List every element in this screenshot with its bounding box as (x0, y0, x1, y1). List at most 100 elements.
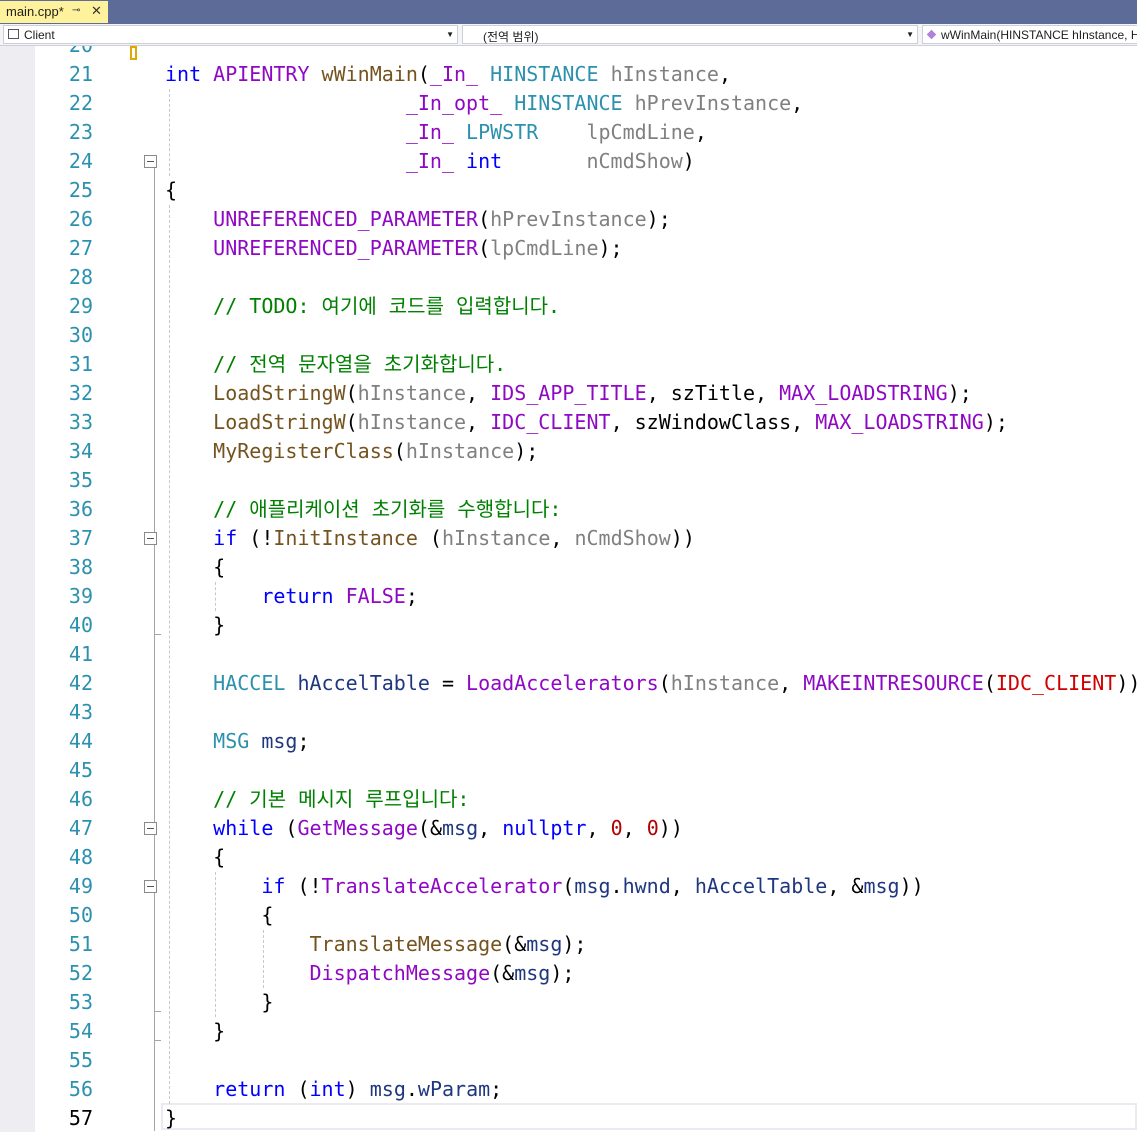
code-token: ); (598, 236, 623, 260)
line-number: 32 (68, 381, 93, 405)
outline-line (154, 1011, 155, 1040)
code-line[interactable]: { (165, 843, 225, 872)
code-token: while (213, 816, 274, 840)
code-line[interactable]: } (165, 1017, 225, 1046)
code-token: )); (1116, 671, 1137, 695)
code-line[interactable]: _In_ LPWSTR lpCmdLine, (165, 118, 707, 147)
code-line[interactable]: // 전역 문자열을 초기화합니다. (165, 350, 506, 379)
code-line[interactable]: UNREFERENCED_PARAMETER(lpCmdLine); (165, 234, 623, 263)
code-token: ); (550, 961, 575, 985)
code-token: ( (285, 1077, 310, 1101)
code-line[interactable]: return FALSE; (165, 582, 418, 611)
code-editor[interactable]: 2021int APIENTRY wWinMain(_In_ HINSTANCE… (0, 46, 1137, 1132)
code-line[interactable]: TranslateMessage(&msg); (165, 930, 587, 959)
line-number: 21 (68, 62, 93, 86)
code-token: msg (574, 874, 611, 898)
collapse-toggle-icon[interactable] (144, 532, 157, 545)
outline-line (154, 168, 155, 532)
code-token: IDS_APP_TITLE (490, 381, 647, 405)
code-line[interactable]: HACCEL hAccelTable = LoadAccelerators(hI… (165, 669, 1137, 698)
change-indicator-icon (130, 46, 137, 60)
code-token: HINSTANCE (514, 91, 623, 115)
line-number: 25 (68, 178, 93, 202)
code-token: hAccelTable (694, 874, 828, 898)
project-dropdown[interactable]: Client ▼ (3, 25, 458, 44)
code-line[interactable]: _In_opt_ HINSTANCE hPrevInstance, (165, 89, 803, 118)
outline-line (154, 835, 155, 880)
code-token: ; (405, 584, 418, 608)
code-line[interactable]: return (int) msg.wParam; (165, 1075, 502, 1104)
collapse-toggle-icon[interactable] (144, 880, 157, 893)
indent-guide (169, 205, 170, 1104)
code-line[interactable]: if (!TranslateAccelerator(msg.hwnd, hAcc… (165, 872, 923, 901)
code-line[interactable]: // TODO: 여기에 코드를 입력합니다. (165, 292, 560, 321)
code-token: IDC_CLIENT (995, 671, 1117, 695)
code-token: // 전역 문자열을 초기화합니다. (213, 352, 507, 376)
code-token: msg (526, 932, 563, 956)
code-line[interactable]: } (165, 1104, 177, 1132)
function-icon (926, 29, 937, 40)
code-line[interactable]: _In_ int nCmdShow) (165, 147, 695, 176)
line-number: 48 (68, 845, 93, 869)
line-number: 27 (68, 236, 93, 260)
code-line[interactable]: // 기본 메시지 루프입니다: (165, 785, 469, 814)
line-number: 29 (68, 294, 93, 318)
project-icon (8, 29, 19, 39)
line-number: 35 (68, 468, 93, 492)
code-token: . (405, 1077, 418, 1101)
code-token: , szTitle, (646, 381, 780, 405)
code-token: ; (490, 1077, 503, 1101)
code-token: hPrevInstance (634, 91, 792, 115)
code-token: } (165, 990, 274, 1014)
code-token: } (165, 613, 226, 637)
code-token: , (550, 526, 575, 550)
code-token: ); (983, 410, 1008, 434)
code-line[interactable]: DispatchMessage(&msg); (165, 959, 575, 988)
collapse-toggle-icon[interactable] (144, 822, 157, 835)
code-line[interactable]: while (GetMessage(&msg, nullptr, 0, 0)) (165, 814, 683, 843)
code-token: _In_ (405, 149, 454, 173)
code-token: , (779, 671, 804, 695)
code-token: nCmdShow (586, 149, 683, 173)
line-number: 39 (68, 584, 93, 608)
code-token: } (165, 1019, 226, 1043)
code-line[interactable]: { (165, 553, 225, 582)
code-line[interactable]: LoadStringW(hInstance, IDS_APP_TITLE, sz… (165, 379, 972, 408)
code-line[interactable]: MSG msg; (165, 727, 309, 756)
code-token: , (466, 381, 491, 405)
code-token: TranslateMessage (309, 932, 503, 956)
code-line[interactable]: MyRegisterClass(hInstance); (165, 437, 538, 466)
tab-main-cpp[interactable]: main.cpp* ⊸ ✕ (0, 1, 108, 23)
code-line[interactable]: { (165, 901, 273, 930)
code-line[interactable]: } (165, 988, 273, 1017)
line-number: 26 (68, 207, 93, 231)
code-token: , (466, 410, 491, 434)
code-token: . (610, 874, 623, 898)
line-number: 53 (68, 990, 93, 1014)
close-icon[interactable]: ✕ (91, 3, 102, 19)
code-line[interactable]: // 애플리케이션 초기화를 수행합니다: (165, 495, 561, 524)
member-dropdown[interactable]: wWinMain(HINSTANCE hInstance, H (922, 25, 1137, 44)
code-line[interactable]: int APIENTRY wWinMain(_In_ HINSTANCE hIn… (165, 60, 731, 89)
code-token: ( (983, 671, 996, 695)
code-line[interactable]: LoadStringW(hInstance, IDC_CLIENT, szWin… (165, 408, 1008, 437)
code-token: , (478, 816, 503, 840)
code-token: InitInstance (273, 526, 418, 550)
code-line[interactable]: { (165, 176, 177, 205)
project-dropdown-value: Client (24, 28, 55, 42)
collapse-toggle-icon[interactable] (144, 155, 157, 168)
pin-icon[interactable]: ⊸ (72, 5, 80, 16)
outline-line (154, 545, 155, 634)
indent-guide (169, 89, 170, 176)
outline-end (154, 1040, 161, 1041)
code-line[interactable]: } (165, 611, 225, 640)
code-line[interactable]: UNREFERENCED_PARAMETER(hPrevInstance); (165, 205, 671, 234)
scope-dropdown[interactable]: (전역 범위) ▼ (462, 25, 918, 44)
code-line[interactable]: if (!InitInstance (hInstance, nCmdShow)) (165, 524, 695, 553)
